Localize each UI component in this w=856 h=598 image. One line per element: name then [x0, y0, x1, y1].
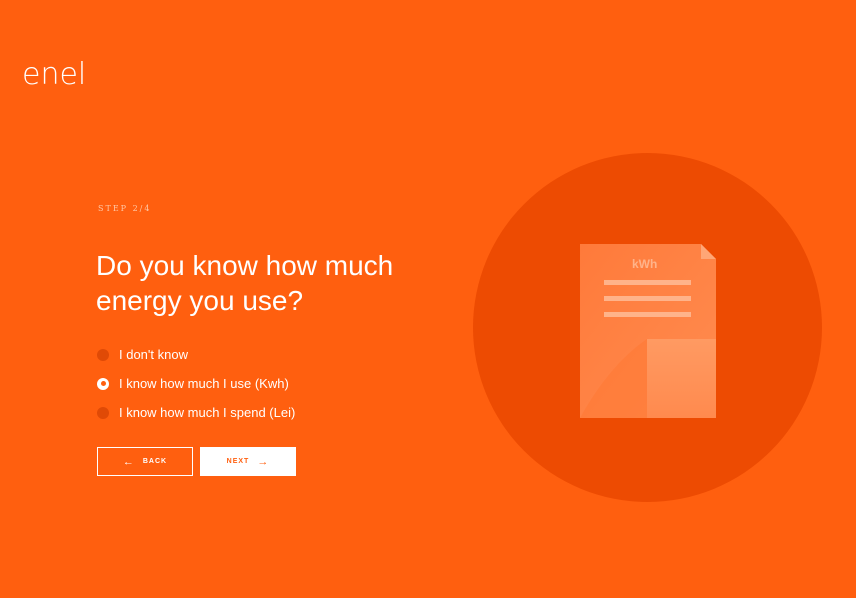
option-dont-know[interactable]: I don't know	[97, 340, 295, 369]
step-indicator: STEP 2/4	[98, 204, 152, 213]
radio-dont-know[interactable]	[97, 348, 109, 361]
answer-options: I don't know I know how much I use (Kwh)…	[97, 340, 295, 427]
question-title: Do you know how much energy you use?	[96, 250, 394, 316]
document-line	[604, 280, 691, 285]
document-fold	[647, 339, 716, 418]
radio-know-spend-lei[interactable]	[97, 406, 109, 419]
arrow-right-icon: →	[257, 455, 270, 468]
next-button-label: NEXT	[226, 458, 250, 465]
kwh-label: kWh	[632, 257, 658, 271]
document-corner	[701, 244, 716, 259]
document-line	[604, 312, 691, 317]
arrow-left-icon: ←	[122, 455, 135, 468]
back-button-label: BACK	[142, 458, 168, 465]
option-know-usage-kwh[interactable]: I know how much I use (Kwh)	[97, 369, 295, 398]
option-label: I don't know	[119, 347, 188, 362]
radio-know-usage-kwh[interactable]	[97, 377, 109, 390]
next-button[interactable]: NEXT →	[200, 447, 296, 476]
enel-logo: enel	[22, 57, 87, 92]
option-label: I know how much I spend (Lei)	[119, 405, 296, 420]
option-know-spend-lei[interactable]: I know how much I spend (Lei)	[97, 398, 295, 427]
option-label: I know how much I use (Kwh)	[119, 376, 289, 391]
document-line	[604, 296, 691, 301]
back-button[interactable]: ← BACK	[97, 447, 193, 476]
